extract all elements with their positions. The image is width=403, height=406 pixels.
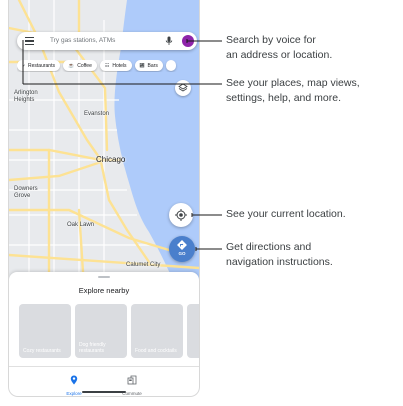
map-label-downers: Downers	[14, 186, 38, 192]
map-label-oak-lawn: Oak Lawn	[67, 222, 95, 228]
my-location-button[interactable]	[169, 203, 193, 227]
callout-menu-line-1: See your places, map views,	[226, 77, 360, 89]
chip-label: Restaurants	[28, 62, 55, 69]
explore-sheet: Explore nearby Cozy restaurants Dog frie…	[9, 272, 199, 396]
phone-screen: Arlington Heights Evanston Chicago Downe…	[8, 0, 200, 397]
callout-voice-line-1: Search by voice for	[226, 34, 316, 46]
callout-voice-line-2: an address or location.	[226, 49, 333, 61]
map-label-calumet: Calumet City	[126, 262, 161, 268]
go-button[interactable]: GO	[169, 236, 195, 262]
chip-bars[interactable]: ␲ Bars	[134, 60, 163, 71]
map-label-arlington: Arlington	[14, 90, 38, 96]
explore-title: Explore nearby	[78, 286, 130, 295]
explore-card-partial[interactable]	[187, 304, 199, 358]
sheet-drag-handle[interactable]	[98, 276, 110, 278]
fork-knife-icon: ⑂	[22, 62, 26, 69]
directions-icon	[177, 240, 187, 250]
card-label: Dog friendly restaurants	[79, 342, 106, 354]
commute-icon	[127, 375, 137, 385]
explore-card-dog-friendly[interactable]: Dog friendly restaurants	[75, 304, 127, 358]
menu-icon[interactable]	[25, 37, 34, 45]
map-label-arlington-2: Heights	[14, 97, 35, 103]
callout-voice-search: Search by voice for an address or locati…	[226, 33, 332, 63]
bottom-nav: Explore Commute	[9, 366, 199, 396]
map-label-evanston: Evanston	[84, 111, 110, 117]
callout-directions-line-1: Get directions and	[226, 241, 312, 253]
layers-icon	[178, 83, 188, 92]
chip-coffee[interactable]: ☕ Coffee	[62, 60, 97, 71]
chip-more[interactable]	[165, 60, 176, 71]
home-indicator	[82, 391, 126, 393]
cocktail-icon: ␲	[139, 62, 145, 69]
card-label: Cozy restaurants	[23, 348, 61, 354]
microphone-icon[interactable]	[165, 36, 173, 46]
chip-hotels[interactable]: ☷ Hotels	[99, 60, 132, 71]
explore-card-cozy[interactable]: Cozy restaurants	[19, 304, 71, 358]
callout-location-line: See your current location.	[226, 208, 346, 220]
layers-button[interactable]	[175, 80, 191, 96]
callout-menu-line-2: settings, help, and more.	[226, 92, 341, 104]
chip-label: Hotels	[112, 62, 127, 69]
go-label: GO	[178, 251, 186, 256]
callout-directions-line-2: navigation instructions.	[226, 256, 333, 268]
explore-cards: Cozy restaurants Dog friendly restaurant…	[19, 304, 199, 360]
chip-restaurants[interactable]: ⑂ Restaurants	[17, 60, 60, 71]
explore-card-food-cocktails[interactable]: Food and cocktails	[131, 304, 183, 358]
chip-label: Coffee	[77, 62, 92, 69]
callout-menu: See your places, map views, settings, he…	[226, 76, 360, 106]
coffee-icon: ☕	[67, 62, 75, 69]
callout-directions: Get directions and navigation instructio…	[226, 240, 333, 270]
location-pin-icon	[70, 375, 78, 385]
bed-icon: ☷	[104, 62, 110, 69]
map-label-chicago: Chicago	[96, 155, 126, 164]
map-label-downers-2: Grove	[14, 193, 31, 199]
callout-location: See your current location.	[226, 207, 346, 222]
avatar[interactable]	[182, 35, 194, 47]
search-bar[interactable]: Try gas stations, ATMs	[17, 32, 197, 50]
chip-label: Bars	[147, 62, 158, 69]
card-label: Food and cocktails	[135, 348, 177, 354]
category-chips: ⑂ Restaurants ☕ Coffee ☷ Hotels ␲ Bars	[17, 60, 199, 72]
search-input[interactable]: Try gas stations, ATMs	[50, 37, 115, 44]
crosshair-icon	[175, 209, 187, 221]
